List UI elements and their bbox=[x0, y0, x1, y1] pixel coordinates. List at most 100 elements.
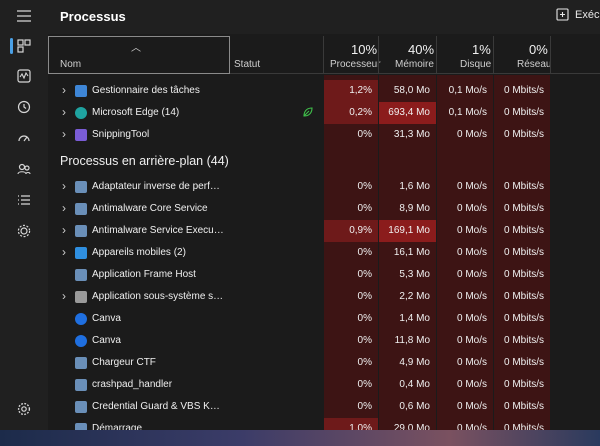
column-header-cpu[interactable]: Processeur bbox=[330, 59, 381, 70]
process-row[interactable]: › Microsoft Edge (14) 0,2% 693,4 Mo 0,1 Mo/s… bbox=[48, 102, 600, 124]
memory-value: 2,2 Mo bbox=[399, 291, 430, 302]
process-row[interactable]: › Application sous-système spo... 0% 2,2 Mo… bbox=[48, 286, 600, 308]
network-value: 0 Mbits/s bbox=[503, 181, 544, 192]
network-value: 0 Mbits/s bbox=[503, 225, 544, 236]
process-name: SnippingTool bbox=[92, 129, 150, 140]
disk-value: 0 Mo/s bbox=[456, 335, 487, 346]
disk-value: 0 Mo/s bbox=[456, 181, 487, 192]
column-header-status[interactable]: Statut bbox=[234, 59, 260, 70]
snipping-tool-icon bbox=[75, 129, 87, 141]
memory-value: 29,0 Mo bbox=[393, 423, 430, 430]
expand-chevron-icon[interactable]: › bbox=[62, 105, 66, 119]
cpu-value: 0% bbox=[357, 401, 372, 412]
process-row[interactable]: › Antimalware Service Executable 0,9% 169,1… bbox=[48, 220, 600, 242]
disk-value: 0 Mo/s bbox=[456, 203, 487, 214]
background-processes-section: Processus en arrière-plan (44) bbox=[48, 146, 600, 176]
process-row[interactable]: Application Frame Host 0% 5,3 Mo 0 Mo/s 0 Mb… bbox=[48, 264, 600, 286]
canva-icon bbox=[75, 313, 87, 325]
column-header-mem[interactable]: Mémoire bbox=[395, 59, 434, 70]
process-name: Credential Guard & VBS Key Is... bbox=[92, 401, 224, 412]
expand-chevron-icon[interactable]: › bbox=[62, 83, 66, 97]
hamburger-menu-icon[interactable] bbox=[14, 6, 34, 26]
network-value: 0 Mbits/s bbox=[503, 379, 544, 390]
disk-value: 0 Mo/s bbox=[456, 401, 487, 412]
run-task-icon bbox=[556, 8, 569, 21]
disk-value: 0 Mo/s bbox=[456, 269, 487, 280]
users-nav-icon[interactable] bbox=[14, 159, 34, 179]
process-name: Canva bbox=[92, 335, 121, 346]
expand-chevron-icon[interactable]: › bbox=[62, 127, 66, 141]
expand-chevron-icon[interactable]: › bbox=[62, 289, 66, 303]
cpu-value: 0% bbox=[357, 291, 372, 302]
mem-total-pct: 40% bbox=[408, 42, 435, 57]
performance-nav-icon[interactable] bbox=[14, 66, 34, 86]
network-value: 0 Mbits/s bbox=[503, 107, 544, 118]
memory-value: 8,9 Mo bbox=[399, 203, 430, 214]
cpu-value: 0% bbox=[357, 269, 372, 280]
disk-value: 0,1 Mo/s bbox=[448, 85, 487, 96]
task-manager-icon bbox=[75, 85, 87, 97]
process-name: Adaptateur inverse de perfor... bbox=[92, 181, 224, 192]
network-value: 0 Mbits/s bbox=[503, 85, 544, 96]
startup-apps-nav-icon[interactable] bbox=[14, 128, 34, 148]
memory-value: 58,0 Mo bbox=[393, 85, 430, 96]
cpu-value: 1,0% bbox=[324, 418, 378, 430]
cpu-value: 0% bbox=[357, 357, 372, 368]
cpu-value: 0% bbox=[357, 203, 372, 214]
rows-container: › Gestionnaire des tâches 1,2% 58,0 Mo 0,1 M… bbox=[48, 80, 600, 430]
process-row[interactable]: Chargeur CTF 0% 4,9 Mo 0 Mo/s 0 Mbits/s bbox=[48, 352, 600, 374]
memory-value: 16,1 Mo bbox=[393, 247, 430, 258]
desktop-wallpaper-strip bbox=[0, 430, 600, 446]
edge-icon bbox=[75, 107, 87, 119]
app-history-nav-icon[interactable] bbox=[14, 97, 34, 117]
column-header-net[interactable]: Réseau bbox=[517, 59, 551, 70]
column-label-name: Nom bbox=[60, 59, 82, 70]
process-name: Antimalware Service Executable bbox=[92, 225, 224, 236]
process-name: Antimalware Core Service bbox=[92, 203, 208, 214]
process-row[interactable]: Canva 0% 11,8 Mo 0 Mo/s 0 Mbits/s bbox=[48, 330, 600, 352]
run-new-task-button[interactable]: Exécu bbox=[556, 8, 600, 21]
process-row[interactable]: crashpad_handler 0% 0,4 Mo 0 Mo/s 0 Mbits/s bbox=[48, 374, 600, 396]
network-value: 0 Mbits/s bbox=[503, 129, 544, 140]
process-name: Chargeur CTF bbox=[92, 357, 156, 368]
process-name: Application sous-système spo... bbox=[92, 291, 224, 302]
process-name: Démarrage bbox=[92, 423, 143, 430]
process-name: Gestionnaire des tâches bbox=[92, 85, 200, 96]
net-total-pct: 0% bbox=[529, 42, 548, 57]
expand-chevron-icon[interactable]: › bbox=[62, 223, 66, 237]
nav-rail bbox=[0, 0, 48, 430]
cpu-value: 1,2% bbox=[324, 80, 378, 102]
expand-chevron-icon[interactable]: › bbox=[62, 179, 66, 193]
cpu-total-pct: 10% bbox=[351, 42, 378, 57]
process-row[interactable]: Démarrage 1,0% 29,0 Mo 0 Mo/s 0 Mbits/s bbox=[48, 418, 600, 430]
services-nav-icon[interactable] bbox=[14, 221, 34, 241]
process-row[interactable]: › Gestionnaire des tâches 1,2% 58,0 Mo 0,1 M… bbox=[48, 80, 600, 102]
process-row[interactable]: › SnippingTool 0% 31,3 Mo 0 Mo/s 0 Mbits/s bbox=[48, 124, 600, 146]
service-window-icon bbox=[75, 181, 87, 193]
service-window-icon bbox=[75, 269, 87, 281]
processes-nav-icon[interactable] bbox=[14, 36, 34, 56]
cpu-value: 0% bbox=[357, 129, 372, 140]
network-value: 0 Mbits/s bbox=[503, 423, 544, 430]
process-name: Application Frame Host bbox=[92, 269, 196, 280]
disk-value: 0 Mo/s bbox=[456, 291, 487, 302]
process-list: ︿ Nom Statut 10% Processeur 40% Mémoire … bbox=[48, 34, 600, 430]
details-nav-icon[interactable] bbox=[14, 190, 34, 210]
process-row[interactable]: Canva 0% 1,4 Mo 0 Mo/s 0 Mbits/s bbox=[48, 308, 600, 330]
process-row[interactable]: › Appareils mobiles (2) 0% 16,1 Mo 0 Mo/s 0 M… bbox=[48, 242, 600, 264]
network-value: 0 Mbits/s bbox=[503, 291, 544, 302]
process-row[interactable]: › Adaptateur inverse de perfor... 0% 1,6 Mo… bbox=[48, 176, 600, 198]
column-header-disk[interactable]: Disque bbox=[460, 59, 491, 70]
cpu-value: 0% bbox=[357, 313, 372, 324]
expand-chevron-icon[interactable]: › bbox=[62, 201, 66, 215]
disk-value: 0 Mo/s bbox=[456, 423, 487, 430]
process-name: Canva bbox=[92, 313, 121, 324]
process-row[interactable]: Credential Guard & VBS Key Is... 0% 0,6 Mo… bbox=[48, 396, 600, 418]
settings-gear-icon[interactable] bbox=[14, 399, 34, 419]
process-row[interactable]: › Antimalware Core Service 0% 8,9 Mo 0 Mo/s 0… bbox=[48, 198, 600, 220]
service-window-icon bbox=[75, 225, 87, 237]
memory-value: 1,4 Mo bbox=[399, 313, 430, 324]
cpu-value: 0,2% bbox=[324, 102, 378, 124]
expand-chevron-icon[interactable]: › bbox=[62, 245, 66, 259]
process-name: Appareils mobiles (2) bbox=[92, 247, 186, 258]
